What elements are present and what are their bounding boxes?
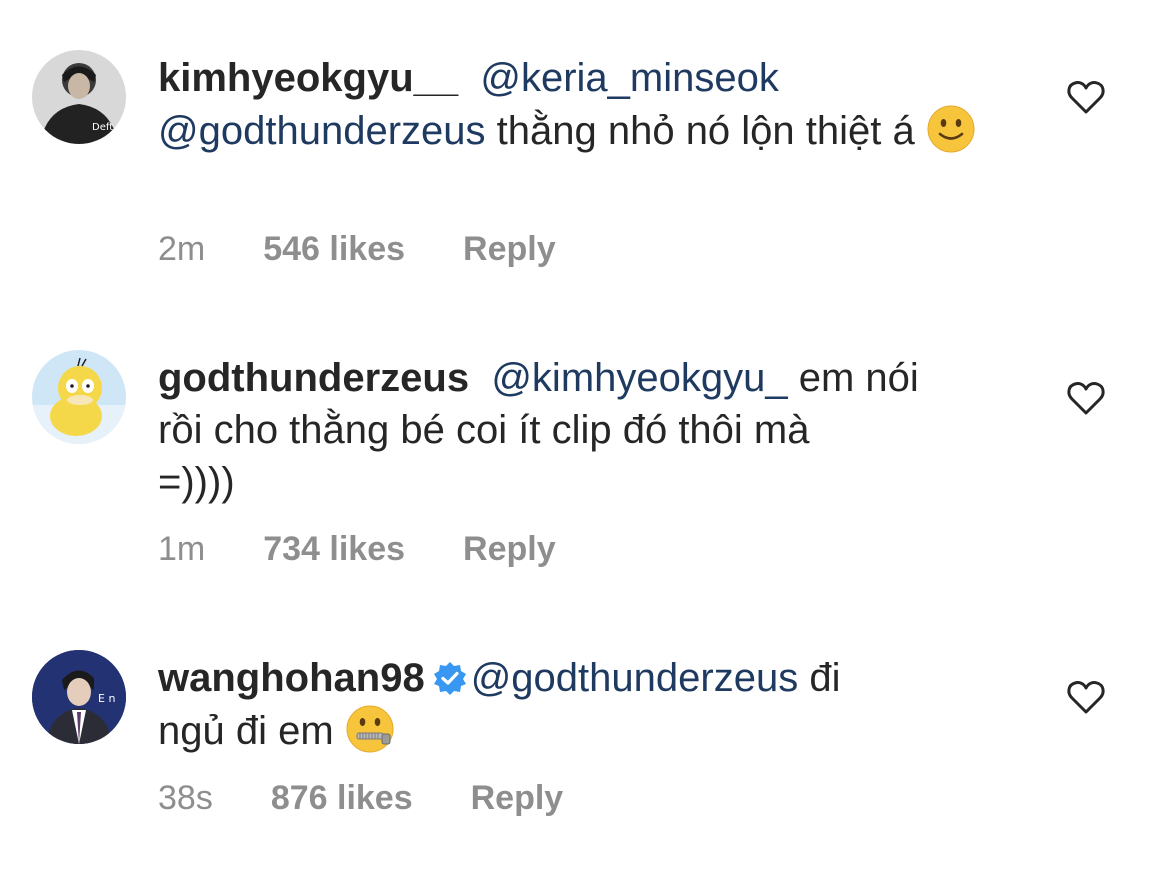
comment-meta: 1m 734 likes Reply: [158, 529, 556, 569]
psyduck-avatar-icon: [32, 350, 126, 444]
comment-body: kimhyeokgyu__ @keria_minseok @godthunder…: [158, 52, 1018, 157]
heart-icon[interactable]: [1066, 79, 1106, 115]
heart-icon[interactable]: [1066, 380, 1106, 416]
avatar[interactable]: E n: [32, 650, 126, 744]
comment-text: đi: [809, 656, 841, 700]
reply-button[interactable]: Reply: [463, 229, 556, 269]
avatar-jersey-text: Deft: [92, 122, 113, 133]
likes-count[interactable]: 876 likes: [271, 778, 413, 818]
mention-link[interactable]: @keria_minseok: [480, 56, 779, 100]
comment-text: rồi cho thằng bé coi ít clip đó thôi mà: [158, 408, 810, 452]
username[interactable]: kimhyeokgyu__: [158, 56, 458, 100]
comment-text: =)))): [158, 460, 235, 504]
user-avatar-icon: E n: [32, 650, 126, 744]
likes-count[interactable]: 734 likes: [263, 529, 405, 569]
avatar-background-text: E n: [98, 692, 115, 705]
comment-text: em nói: [798, 356, 919, 400]
username[interactable]: wanghohan98: [158, 656, 425, 700]
verified-badge-icon: [433, 662, 466, 695]
mention-link[interactable]: @godthunderzeus: [471, 656, 799, 700]
comment-body: wanghohan98 @godthunderzeus đi ngủ đi em: [158, 652, 1018, 757]
reply-button[interactable]: Reply: [463, 529, 556, 569]
timestamp: 1m: [158, 530, 206, 568]
avatar[interactable]: [32, 350, 126, 444]
username[interactable]: godthunderzeus: [158, 356, 469, 400]
comment-meta: 38s 876 likes Reply: [158, 778, 563, 818]
zipper-mouth-face-icon: [346, 705, 394, 753]
user-avatar-icon: Deft: [32, 50, 126, 144]
comment-body: godthunderzeus @kimhyeokgyu_ em nói rồi …: [158, 352, 1018, 508]
slightly-smiling-face-icon: [927, 105, 975, 153]
comment-meta: 2m 546 likes Reply: [158, 229, 556, 269]
timestamp: 38s: [158, 779, 213, 817]
heart-icon[interactable]: [1066, 679, 1106, 715]
comment-text: thằng nhỏ nó lộn thiệt á: [496, 109, 915, 153]
mention-link[interactable]: @kimhyeokgyu_: [491, 356, 787, 400]
timestamp: 2m: [158, 230, 206, 268]
mention-link[interactable]: @godthunderzeus: [158, 109, 486, 153]
comment-text: ngủ đi em: [158, 709, 334, 753]
avatar[interactable]: Deft: [32, 50, 126, 144]
reply-button[interactable]: Reply: [471, 778, 564, 818]
likes-count[interactable]: 546 likes: [263, 229, 405, 269]
